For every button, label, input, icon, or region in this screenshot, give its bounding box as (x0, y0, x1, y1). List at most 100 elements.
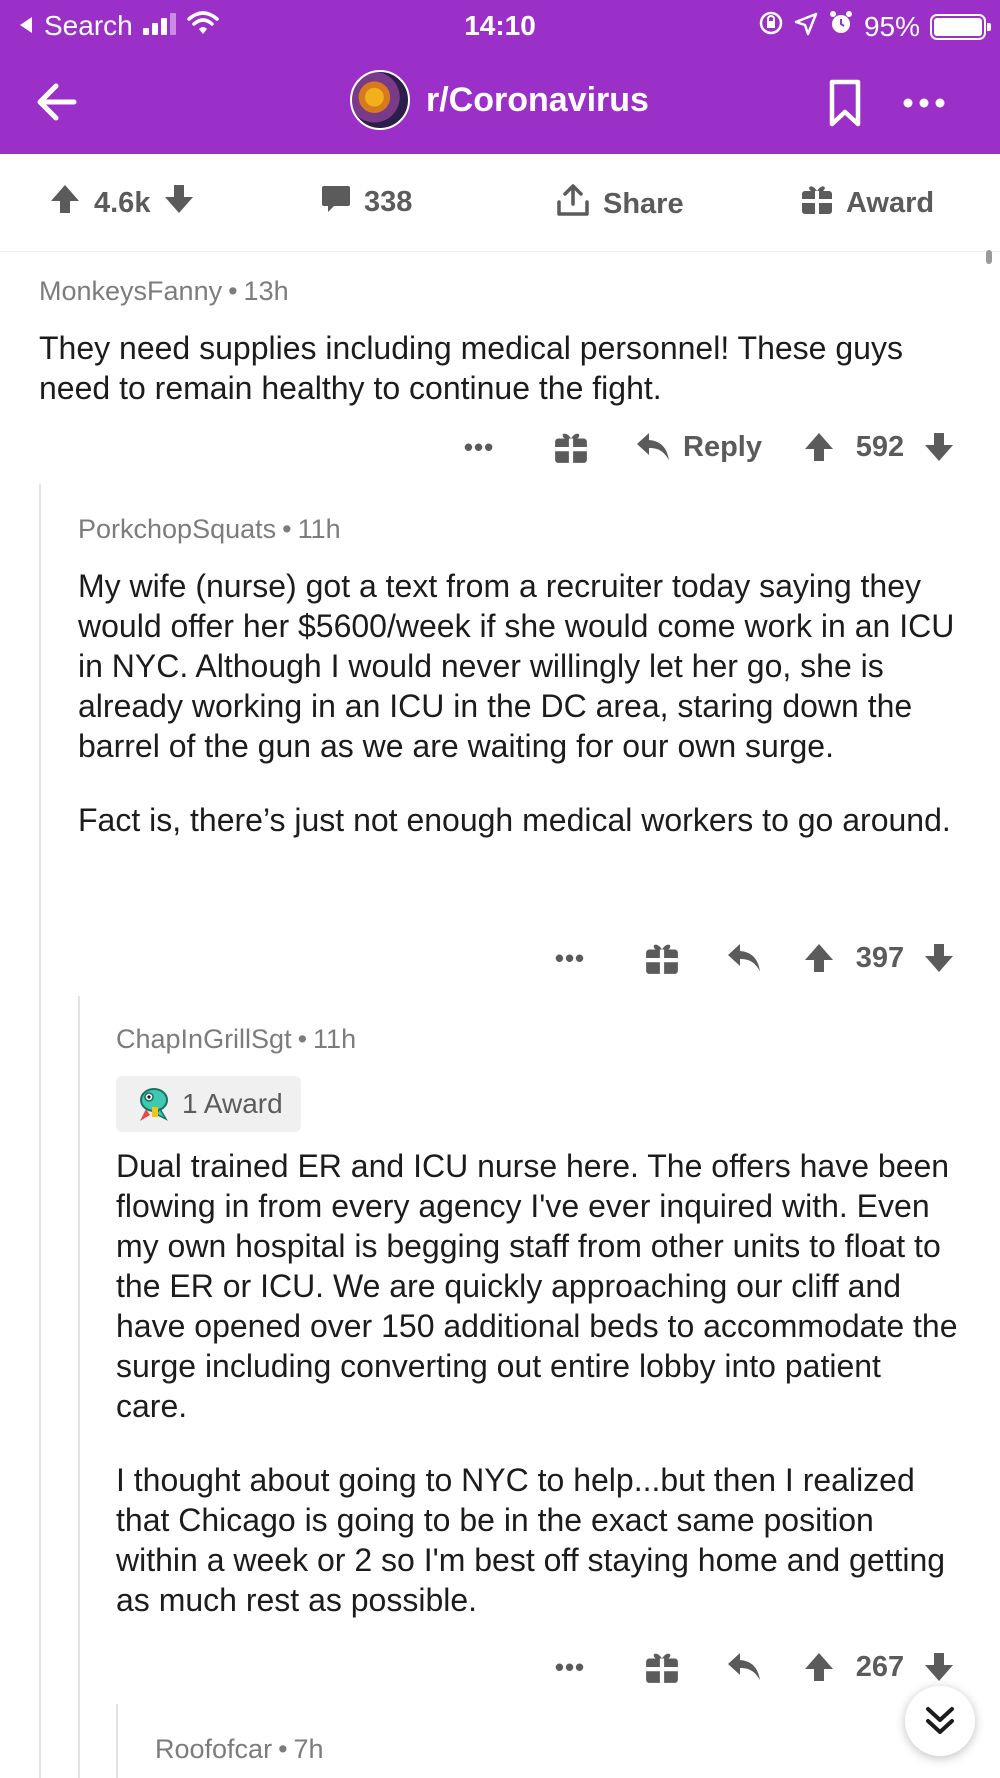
downvote-icon[interactable] (162, 182, 196, 224)
thread-line[interactable] (78, 996, 80, 1778)
gift-icon (800, 182, 834, 224)
gift-icon (646, 944, 678, 974)
comment-paragraph: They need supplies including medical per… (39, 330, 903, 406)
award-badge[interactable]: 1 Award (116, 1076, 301, 1132)
post-vote-control: 4.6k (48, 182, 196, 224)
comment-meta: MonkeysFanny • 13h (39, 276, 289, 306)
reply-button[interactable]: Reply (635, 431, 762, 464)
upvote-icon[interactable] (48, 182, 82, 224)
comment-body: Dual trained ER and ICU nurse here. The … (116, 1146, 958, 1620)
more-options-button[interactable] (896, 76, 952, 130)
comment-body: They need supplies including medical per… (39, 328, 959, 408)
comment-actions: ••• Reply 592 (449, 422, 956, 472)
comment-paragraph: My wife (nurse) got a text from a recrui… (78, 568, 955, 764)
reply-label: Reply (683, 430, 762, 463)
app-header: Search 14:10 95% r/Coronavirus (0, 0, 1000, 154)
more-button[interactable]: ••• (540, 1652, 600, 1683)
comment-author[interactable]: ChapInGrillSgt (116, 1024, 292, 1054)
back-arrow-icon (37, 83, 77, 121)
award-button[interactable]: Award (800, 182, 934, 224)
downvote-icon (925, 433, 953, 461)
downvote-button[interactable] (922, 430, 956, 464)
more-icon: ••• (554, 942, 586, 973)
battery-percent: 95% (863, 10, 920, 42)
comment-author[interactable]: MonkeysFanny (39, 276, 222, 306)
comment-author[interactable]: PorkchopSquats (78, 514, 276, 544)
subreddit-avatar (350, 70, 410, 130)
comment-author[interactable]: Roofofcar (155, 1734, 272, 1764)
comment-paragraph: I thought about going to NYC to help...b… (116, 1462, 946, 1618)
reply-icon (728, 1653, 760, 1680)
give-award-button[interactable] (541, 429, 601, 465)
thread-line[interactable] (116, 1704, 118, 1778)
comment-age: 11h (313, 1024, 357, 1054)
award-row: 1 Award (116, 1076, 958, 1132)
award-count: 1 Award (182, 1088, 283, 1119)
nav-bar: r/Coronavirus (0, 62, 1000, 142)
comment-age: 11h (297, 514, 341, 544)
give-award-button[interactable] (632, 1649, 692, 1685)
comment: PorkchopSquats • 11h My wife (nurse) got a… (78, 512, 958, 840)
upvote-button[interactable] (802, 1650, 836, 1684)
comment-paragraph: Dual trained ER and ICU nurse here. The … (116, 1148, 958, 1424)
bookmark-icon (829, 79, 861, 127)
comment-meta: Roofofcar • 7h (155, 1734, 324, 1764)
gift-icon (555, 433, 587, 463)
give-award-button[interactable] (632, 940, 692, 976)
scroll-indicator[interactable] (986, 250, 992, 264)
subreddit-title: r/Coronavirus (426, 80, 649, 119)
downvote-button[interactable] (922, 941, 956, 975)
thread-line[interactable] (39, 484, 41, 1778)
status-bar: Search 14:10 95% (0, 0, 1000, 50)
location-icon (794, 11, 818, 43)
upvote-icon (805, 944, 833, 972)
comment-body: My wife (nurse) got a text from a recrui… (78, 566, 958, 840)
battery-icon (930, 13, 991, 40)
status-right: 95% (758, 10, 991, 43)
comment: ChapInGrillSgt • 11h 1 Award Dual trained … (116, 1022, 958, 1620)
more-icon: ••• (554, 1651, 586, 1682)
comment-score: 267 (855, 1650, 905, 1683)
next-comment-button[interactable] (905, 1686, 975, 1756)
back-button[interactable] (30, 74, 86, 130)
post-score: 4.6k (94, 186, 151, 219)
upvote-button[interactable] (802, 941, 836, 975)
downvote-icon (925, 1653, 953, 1681)
more-icon (903, 98, 945, 108)
comment-score: 397 (855, 941, 905, 974)
share-button[interactable]: Share (555, 182, 684, 226)
upvote-button[interactable] (802, 430, 836, 464)
reply-button[interactable] (726, 942, 762, 974)
award-label: Award (846, 186, 935, 219)
comment-meta: ChapInGrillSgt • 11h (116, 1024, 357, 1054)
comment-icon (320, 182, 352, 222)
gift-icon (646, 1653, 678, 1683)
upvote-icon (805, 1653, 833, 1681)
comment-count: 338 (364, 185, 413, 218)
award-icon (140, 1088, 168, 1121)
upvote-icon (805, 433, 833, 461)
comment-actions: ••• 267 (540, 1642, 956, 1692)
downvote-button[interactable] (922, 1650, 956, 1684)
reply-icon (637, 433, 670, 460)
more-icon: ••• (463, 431, 495, 462)
bookmark-button[interactable] (820, 76, 870, 130)
alarm-icon (828, 10, 854, 43)
downvote-icon (925, 944, 953, 972)
comment-age: 13h (243, 276, 289, 306)
comment-meta: PorkchopSquats • 11h (78, 514, 341, 544)
double-chevron-down-icon (926, 1707, 954, 1734)
reply-button[interactable] (726, 1651, 762, 1683)
more-button[interactable]: ••• (449, 432, 509, 463)
subreddit-header[interactable]: r/Coronavirus (350, 70, 649, 130)
post-action-bar: 4.6k 338 Share Award (0, 154, 1000, 252)
comment-age: 7h (293, 1734, 324, 1764)
orientation-lock-icon (758, 10, 784, 43)
more-button[interactable]: ••• (540, 943, 600, 974)
reply-icon (728, 944, 760, 971)
comment-actions: ••• 397 (540, 933, 956, 983)
comment: Roofofcar • 7h (155, 1732, 855, 1766)
comment-paragraph: Fact is, there’s just not enough medical… (78, 802, 951, 838)
share-label: Share (603, 187, 684, 220)
comments-button[interactable]: 338 (320, 182, 412, 222)
